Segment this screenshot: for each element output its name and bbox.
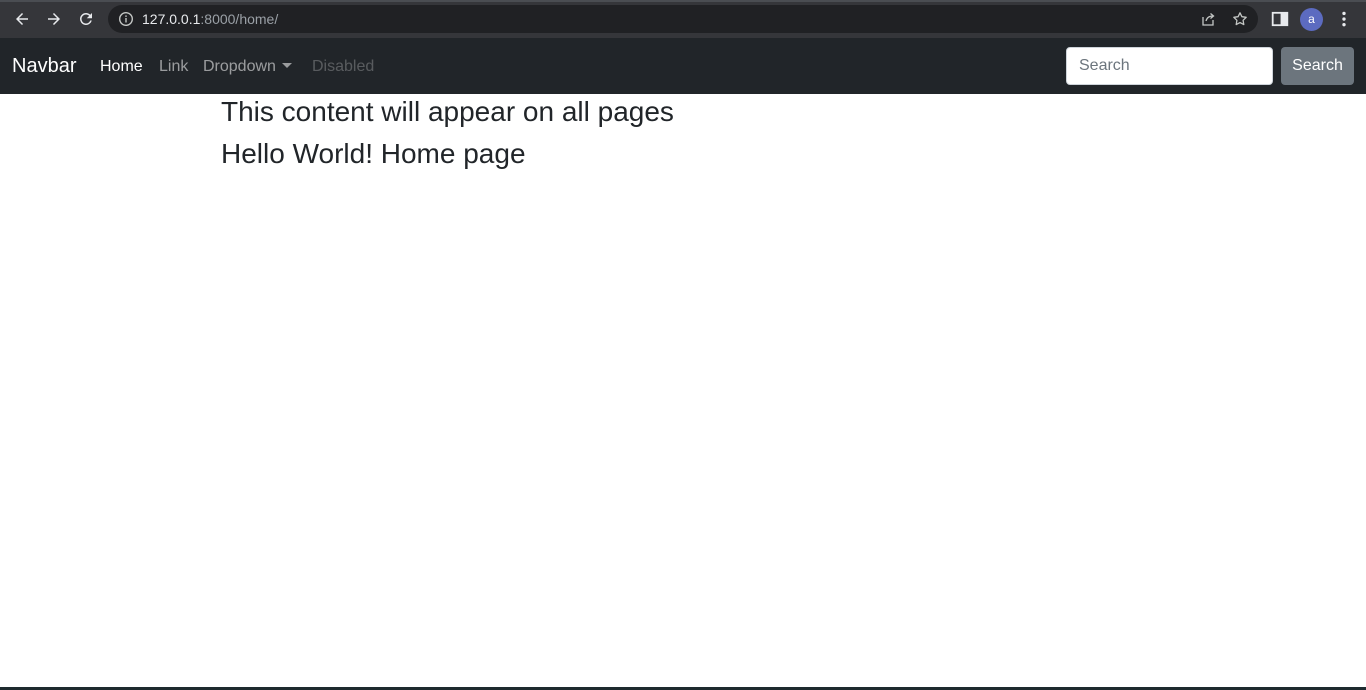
profile-avatar[interactable]: a [1300,8,1323,31]
navbar-brand[interactable]: Navbar [12,55,76,77]
more-menu-icon[interactable] [1332,7,1356,31]
nav-link-disabled: Disabled [312,58,375,75]
browser-toolbar: 127.0.0.1:8000/home/ a [0,0,1366,38]
back-icon[interactable] [10,7,34,31]
forward-icon[interactable] [42,7,66,31]
url-path: :8000/home/ [200,11,279,27]
search-input[interactable] [1066,47,1273,85]
site-info-icon[interactable] [118,11,134,27]
navbar: Navbar Home Link Dropdown Disabled Searc… [0,38,1366,94]
address-bar[interactable]: 127.0.0.1:8000/home/ [108,5,1258,33]
tab-strip-edge [0,0,1366,2]
bookmark-star-icon[interactable] [1232,11,1248,27]
nav-dropdown-label: Dropdown [203,58,276,75]
search-button[interactable]: Search [1281,47,1354,85]
nav-dropdown-toggle[interactable]: Dropdown [203,57,292,77]
nav-link-home[interactable]: Home [100,57,143,77]
caret-down-icon [281,63,292,68]
reload-icon[interactable] [74,7,98,31]
home-page-heading: Hello World! Home page [221,138,526,169]
shared-content-heading: This content will appear on all pages [221,96,674,127]
share-icon[interactable] [1200,11,1216,27]
url-host: 127.0.0.1 [142,11,201,27]
nav-link-link[interactable]: Link [159,57,188,77]
url-text: 127.0.0.1:8000/home/ [142,11,278,27]
side-panel-icon[interactable] [1268,7,1292,31]
